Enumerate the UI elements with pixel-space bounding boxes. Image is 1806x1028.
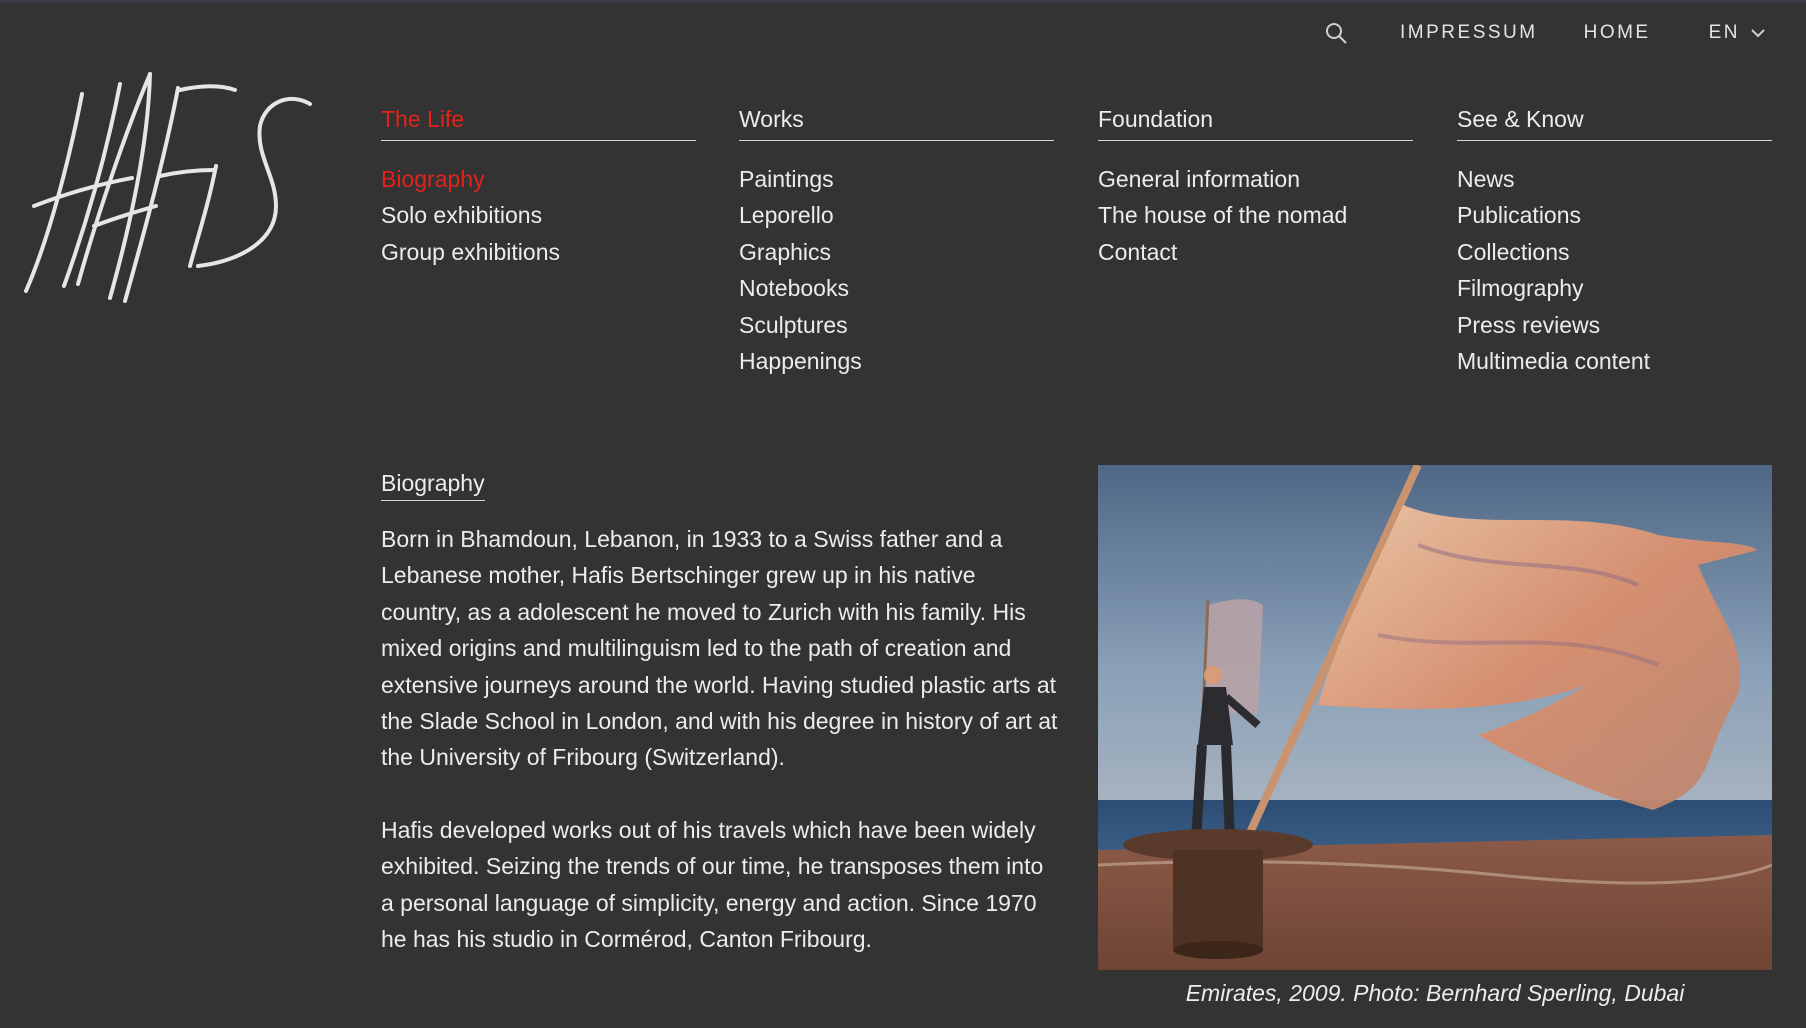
menu-item-house-of-the-nomad[interactable]: The house of the nomad [1098, 197, 1413, 233]
home-link[interactable]: HOME [1584, 22, 1651, 44]
menu-item-happenings[interactable]: Happenings [739, 343, 1054, 379]
language-selector[interactable]: EN [1709, 22, 1766, 44]
menu-item-publications[interactable]: Publications [1457, 197, 1772, 233]
top-navigation: IMPRESSUM HOME EN [1322, 18, 1766, 48]
menu-item-press-reviews[interactable]: Press reviews [1457, 307, 1772, 343]
menu-item-contact[interactable]: Contact [1098, 234, 1413, 270]
menu-column-the-life: The Life Biography Solo exhibitions Grou… [381, 104, 696, 270]
menu-heading-foundation[interactable]: Foundation [1098, 104, 1413, 141]
impressum-link[interactable]: IMPRESSUM [1400, 22, 1538, 44]
menu-item-biography[interactable]: Biography [381, 161, 696, 197]
menu-item-news[interactable]: News [1457, 161, 1772, 197]
menu-heading-works[interactable]: Works [739, 104, 1054, 141]
menu-item-sculptures[interactable]: Sculptures [739, 307, 1054, 343]
biography-paragraph: Born in Bhamdoun, Lebanon, in 1933 to a … [381, 526, 1058, 771]
menu-item-solo-exhibitions[interactable]: Solo exhibitions [381, 197, 696, 233]
artwork-photo [1098, 465, 1772, 970]
menu-column-foundation: Foundation General information The house… [1098, 104, 1413, 270]
menu-list-see-and-know: News Publications Collections Filmograph… [1457, 161, 1772, 379]
menu-item-group-exhibitions[interactable]: Group exhibitions [381, 234, 696, 270]
biography-paragraph: Hafis developed works out of his travels… [381, 816, 1044, 953]
menu-item-notebooks[interactable]: Notebooks [739, 270, 1054, 306]
menu-list-foundation: General information The house of the nom… [1098, 161, 1413, 270]
menu-item-collections[interactable]: Collections [1457, 234, 1772, 270]
search-icon[interactable] [1322, 19, 1350, 47]
menu-column-see-and-know: See & Know News Publications Collections… [1457, 104, 1772, 379]
top-accent-line [0, 0, 1806, 3]
menu-item-multimedia-content[interactable]: Multimedia content [1457, 343, 1772, 379]
menu-heading-see-and-know[interactable]: See & Know [1457, 104, 1772, 141]
biography-section: Biography Born in Bhamdoun, Lebanon, in … [381, 468, 1061, 957]
chevron-down-icon [1751, 29, 1765, 38]
menu-item-filmography[interactable]: Filmography [1457, 270, 1772, 306]
menu-item-general-information[interactable]: General information [1098, 161, 1413, 197]
language-label: EN [1708, 22, 1740, 43]
photo-caption: Emirates, 2009. Photo: Bernhard Sperling… [1185, 980, 1685, 1006]
menu-list-works: Paintings Leporello Graphics Notebooks S… [739, 161, 1054, 379]
menu-column-works: Works Paintings Leporello Graphics Noteb… [739, 104, 1054, 379]
menu-list-the-life: Biography Solo exhibitions Group exhibit… [381, 161, 696, 270]
menu-item-graphics[interactable]: Graphics [739, 234, 1054, 270]
menu-heading-the-life[interactable]: The Life [381, 104, 696, 141]
section-title: Biography [381, 468, 485, 501]
menu-item-paintings[interactable]: Paintings [739, 161, 1054, 197]
menu-item-leporello[interactable]: Leporello [739, 197, 1054, 233]
hafis-logo[interactable] [20, 66, 320, 316]
